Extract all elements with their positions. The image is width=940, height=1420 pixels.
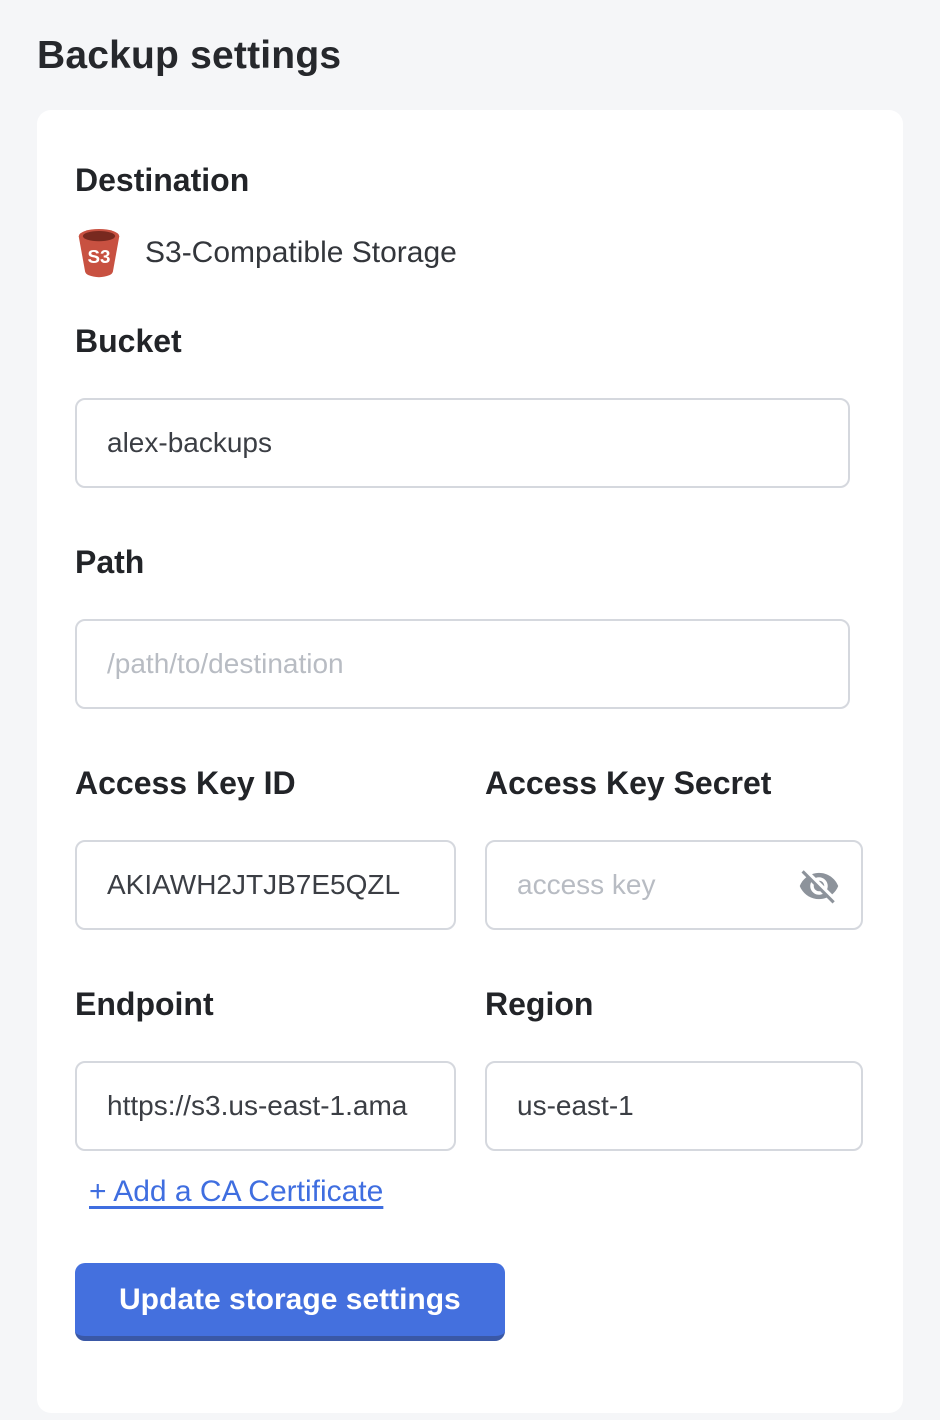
access-key-secret-input-wrap xyxy=(485,840,863,930)
access-key-secret-field: Access Key Secret xyxy=(485,765,863,930)
update-storage-settings-button[interactable]: Update storage settings xyxy=(75,1263,505,1341)
endpoint-input[interactable] xyxy=(75,1061,456,1151)
destination-value: S3-Compatible Storage xyxy=(145,236,457,270)
bucket-label: Bucket xyxy=(75,323,865,360)
endpoint-field: Endpoint xyxy=(75,986,456,1151)
endpoint-label: Endpoint xyxy=(75,986,456,1023)
region-input[interactable] xyxy=(485,1061,863,1151)
ca-certificate-link-row: + Add a CA Certificate xyxy=(89,1175,865,1209)
path-input[interactable] xyxy=(75,619,850,709)
toggle-secret-visibility-button[interactable] xyxy=(797,864,841,908)
destination-section: Destination S3 S3-Compatible Storage xyxy=(75,162,865,279)
destination-label: Destination xyxy=(75,162,865,199)
destination-value-row: S3 S3-Compatible Storage xyxy=(75,227,865,279)
bucket-input[interactable] xyxy=(75,398,850,488)
bucket-field: Bucket xyxy=(75,323,865,488)
access-key-row: Access Key ID Access Key Secret xyxy=(75,765,865,930)
path-field: Path xyxy=(75,544,865,709)
s3-bucket-icon: S3 xyxy=(75,227,123,279)
svg-text:S3: S3 xyxy=(88,246,111,267)
access-key-id-label: Access Key ID xyxy=(75,765,456,802)
path-label: Path xyxy=(75,544,865,581)
access-key-id-field: Access Key ID xyxy=(75,765,456,930)
access-key-id-input[interactable] xyxy=(75,840,456,930)
endpoint-region-row: Endpoint Region xyxy=(75,986,865,1151)
access-key-secret-label: Access Key Secret xyxy=(485,765,863,802)
page-title: Backup settings xyxy=(37,34,903,78)
eye-off-icon xyxy=(798,865,840,907)
region-field: Region xyxy=(485,986,863,1151)
add-ca-certificate-link[interactable]: + Add a CA Certificate xyxy=(89,1175,383,1208)
backup-settings-card: Destination S3 S3-Compatible Storage Buc… xyxy=(37,110,903,1413)
region-label: Region xyxy=(485,986,863,1023)
